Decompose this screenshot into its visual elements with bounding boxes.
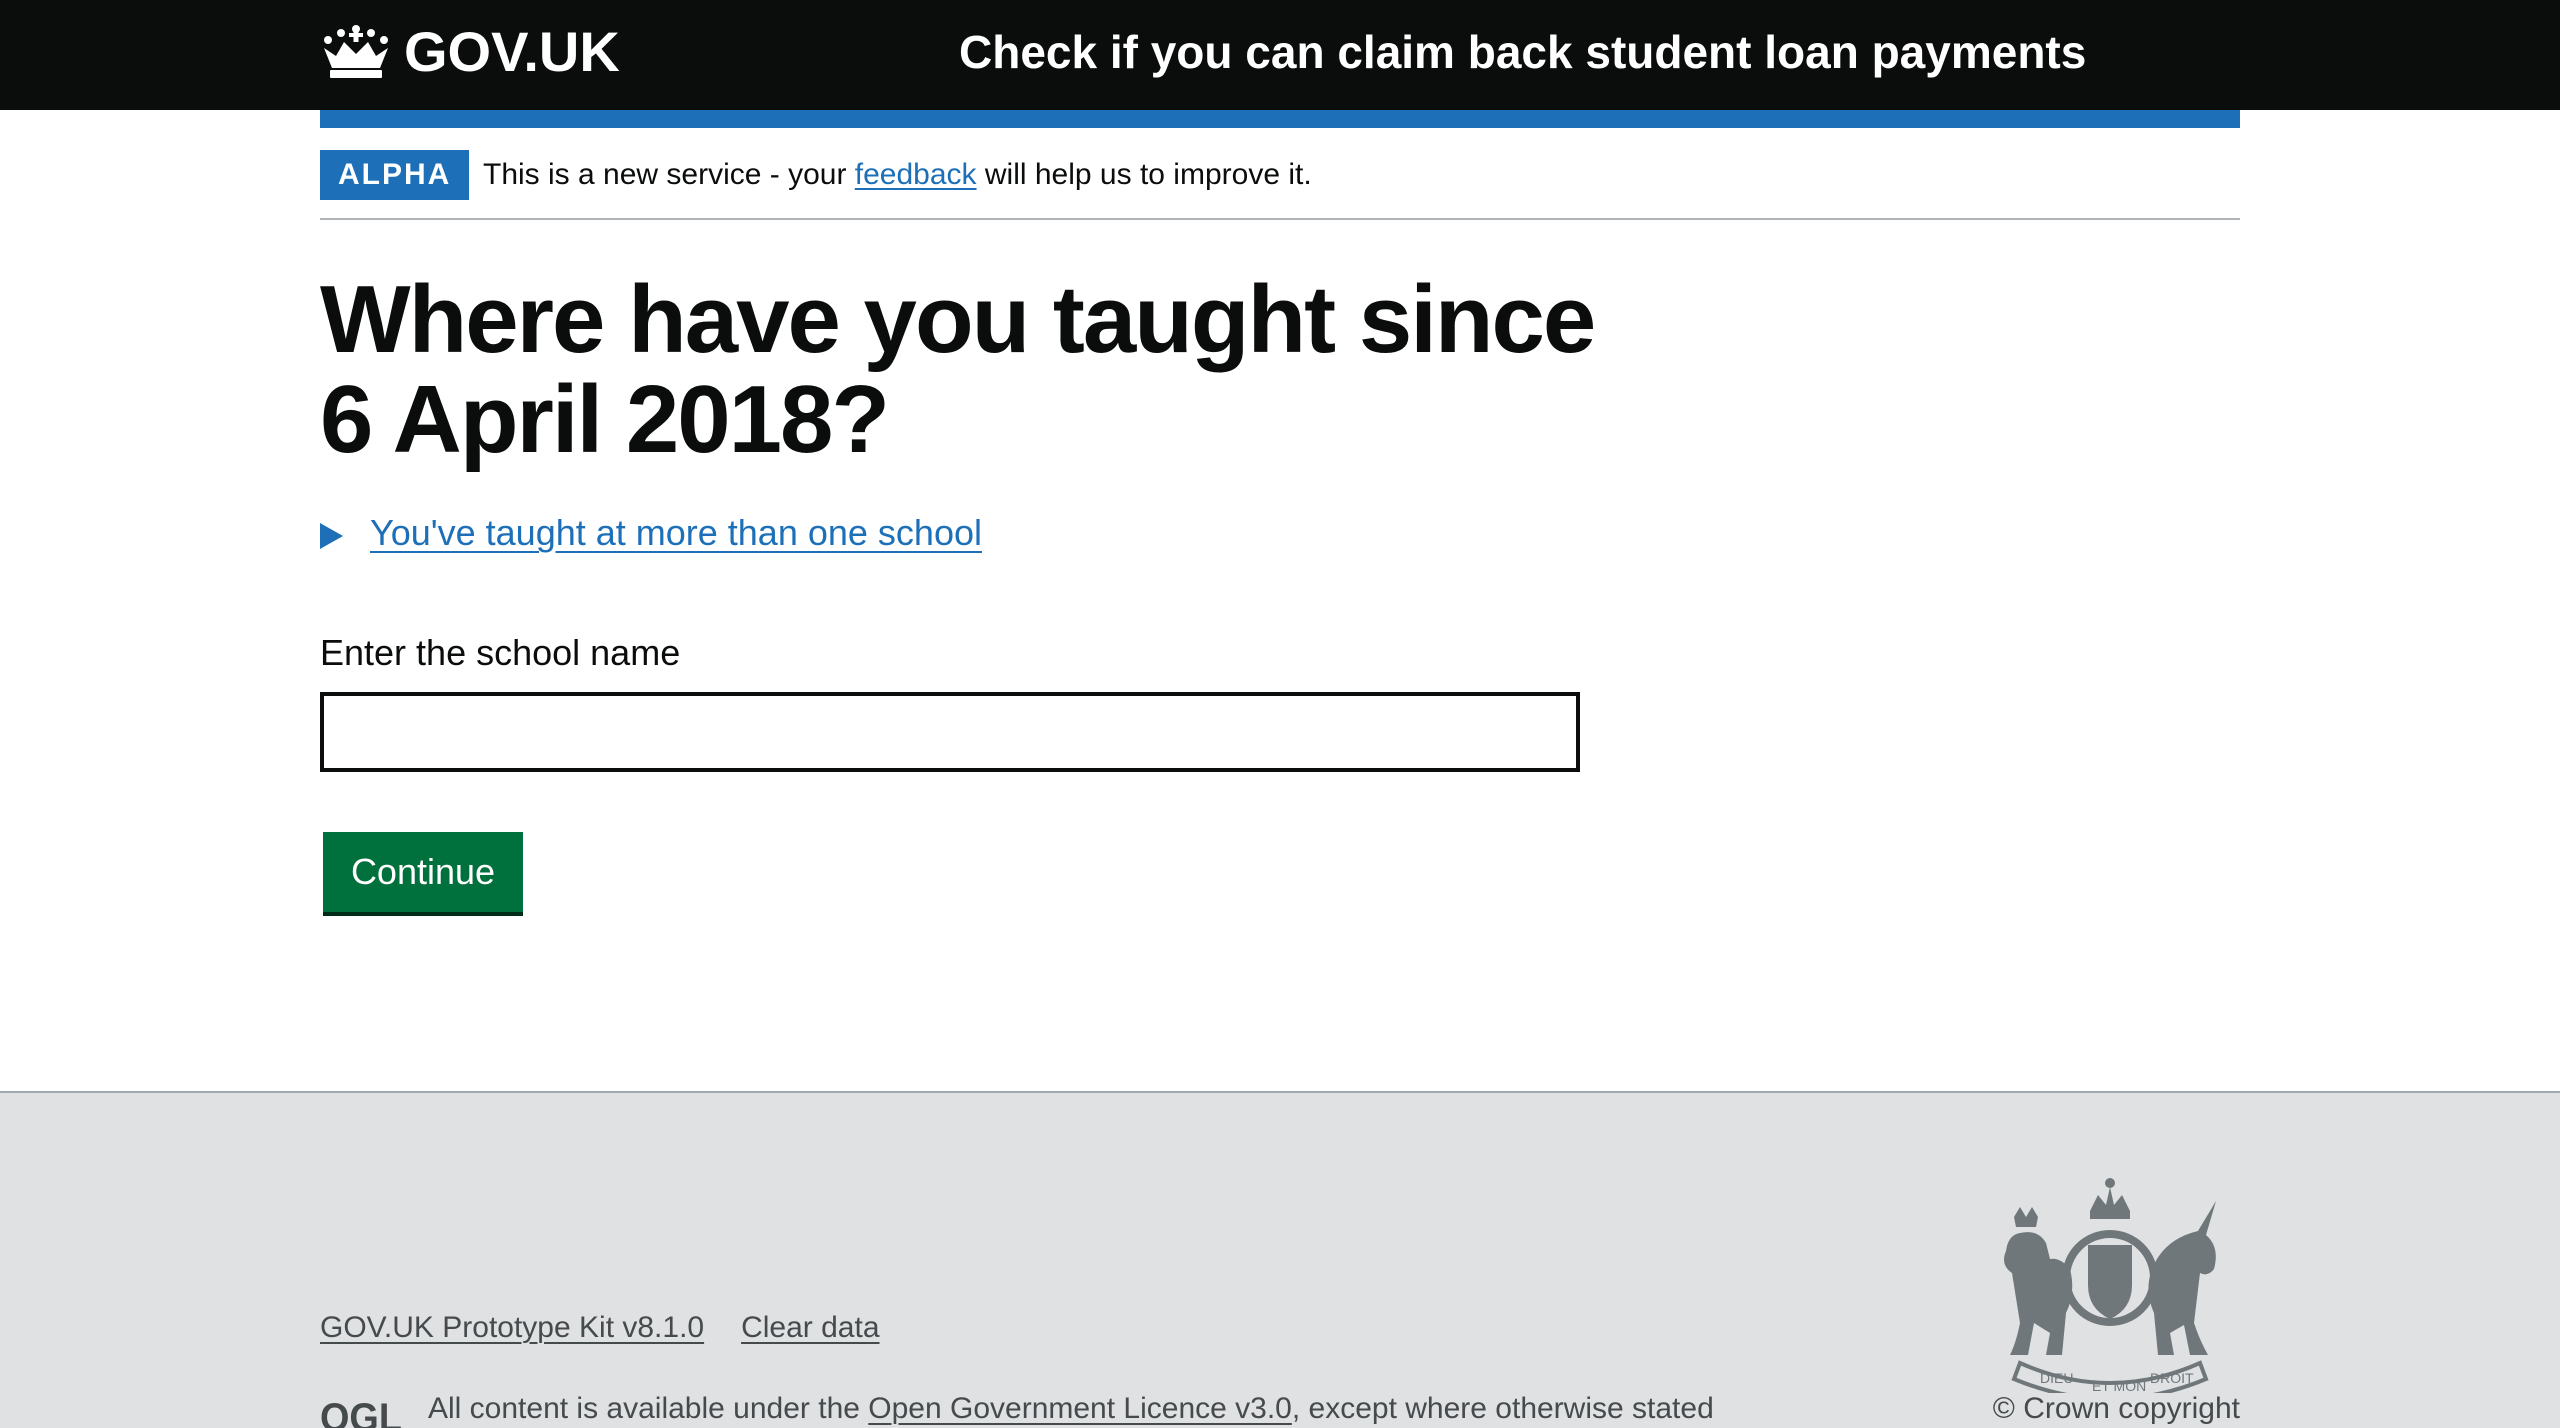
details-summary-text[interactable]: You've taught at more than one school: [370, 512, 982, 554]
service-name-link[interactable]: Check if you can claim back student loan…: [959, 22, 2086, 82]
crest-motto-dieu: DIEU: [2040, 1370, 2073, 1386]
footer-link-prototype-kit[interactable]: GOV.UK Prototype Kit v8.1.0: [320, 1311, 704, 1345]
school-name-label: Enter the school name: [320, 632, 681, 673]
licence-link[interactable]: Open Government Licence v3.0: [868, 1392, 1292, 1425]
phase-banner: ALPHA This is a new service - your feedb…: [320, 150, 2240, 220]
footer: GOV.UK Prototype Kit v8.1.0 Clear data O…: [0, 1091, 2560, 1428]
ogl-logo-icon: OGL: [320, 1396, 402, 1428]
licence-prefix: All content is available under the: [428, 1392, 869, 1425]
phase-text-after: will help us to improve it.: [976, 158, 1312, 191]
school-name-input[interactable]: [320, 692, 1580, 772]
crown-icon: [324, 25, 388, 78]
feedback-link[interactable]: feedback: [855, 158, 977, 191]
ogl-logo-text: OGL: [320, 1396, 402, 1428]
phase-text-before: This is a new service - your: [483, 158, 855, 191]
govuk-logo-text: GOV.UK: [404, 20, 620, 83]
royal-coat-of-arms-icon[interactable]: DIEU ET MON DROIT: [1980, 1173, 2240, 1393]
details-summary-toggle[interactable]: You've taught at more than one school: [320, 508, 982, 558]
footer-links: GOV.UK Prototype Kit v8.1.0 Clear data: [320, 1311, 917, 1345]
continue-button[interactable]: Continue: [323, 832, 523, 912]
govuk-logo-link[interactable]: GOV.UK: [320, 22, 620, 82]
crest-motto-droit: DROIT: [2150, 1370, 2194, 1386]
footer-link-clear-data[interactable]: Clear data: [741, 1311, 879, 1345]
crown-copyright-link[interactable]: © Crown copyright: [1970, 1389, 2240, 1428]
phase-banner-text: This is a new service - your feedback wi…: [483, 150, 1312, 200]
header-accent-bar: [320, 110, 2240, 128]
disclosure-triangle-icon: [320, 523, 343, 549]
licence-suffix: , except where otherwise stated: [1291, 1392, 1714, 1425]
page-heading: Where have you taught since 6 April 2018…: [320, 266, 1596, 473]
page: GOV.UK Check if you can claim back stude…: [0, 0, 2560, 1428]
phase-tag: ALPHA: [320, 150, 470, 200]
licence-text: All content is available under the Open …: [428, 1389, 1714, 1428]
header: GOV.UK Check if you can claim back stude…: [0, 0, 2560, 110]
